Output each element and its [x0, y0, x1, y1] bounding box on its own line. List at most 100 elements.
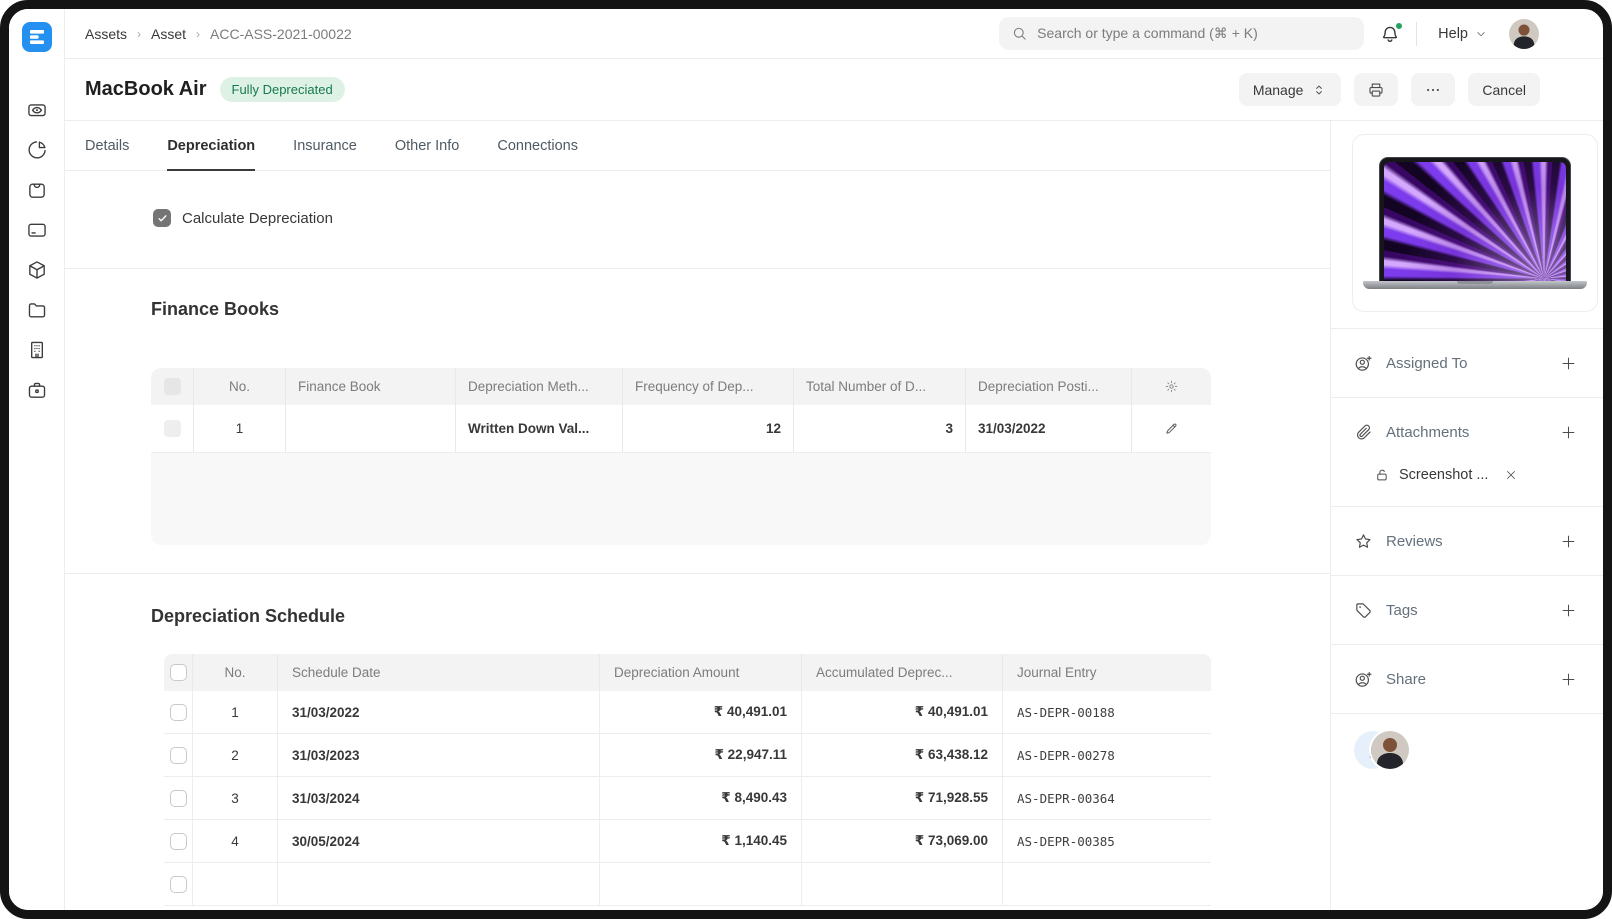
cell-no: 1: [193, 691, 278, 733]
cell-depreciation-method[interactable]: Written Down Val...: [456, 405, 623, 452]
unlock-icon[interactable]: [1374, 467, 1390, 483]
edit-pencil-icon[interactable]: [1164, 421, 1179, 436]
cancel-button[interactable]: Cancel: [1468, 73, 1540, 106]
attachment-item[interactable]: Screenshot ...: [1331, 467, 1603, 483]
macbook-wallpaper: [1384, 162, 1566, 281]
row-checkbox[interactable]: [170, 790, 187, 807]
more-options-button[interactable]: [1411, 73, 1455, 106]
cell-schedule-date[interactable]: 31/03/2022: [278, 691, 600, 733]
schedule-row[interactable]: 4 30/05/2024 ₹ 1,140.45 ₹ 73,069.00 AS-D…: [164, 820, 1211, 863]
header-cell-select: [151, 368, 194, 405]
building-icon[interactable]: [26, 339, 48, 361]
search-placeholder: Search or type a command (⌘ + K): [1037, 25, 1258, 42]
folder-icon[interactable]: [26, 299, 48, 321]
cell-total[interactable]: 3: [794, 405, 966, 452]
global-search-input[interactable]: Search or type a command (⌘ + K): [999, 17, 1364, 50]
cell-finance-book[interactable]: [286, 405, 456, 452]
toolbox-icon[interactable]: [26, 379, 48, 401]
row-checkbox[interactable]: [170, 747, 187, 764]
shopping-bag-icon[interactable]: [26, 179, 48, 201]
cell-amount[interactable]: ₹ 22,947.11: [600, 734, 802, 776]
cell-amount[interactable]: ₹ 8,490.43: [600, 777, 802, 819]
cell-accumulated[interactable]: ₹ 40,491.01: [802, 691, 1003, 733]
tab-connections[interactable]: Connections: [497, 121, 578, 170]
ellipsis-icon: [1424, 81, 1442, 99]
header-cell-posting: Depreciation Posti...: [966, 368, 1132, 405]
manage-button[interactable]: Manage: [1239, 73, 1342, 106]
select-all-checkbox[interactable]: [164, 378, 181, 395]
tab-other-info[interactable]: Other Info: [395, 121, 459, 170]
collaborator-avatar-photo[interactable]: [1371, 731, 1409, 769]
breadcrumb-asset[interactable]: Asset: [151, 26, 186, 42]
schedule-row-partial[interactable]: [164, 863, 1211, 906]
row-checkbox[interactable]: [170, 704, 187, 721]
schedule-row[interactable]: 2 31/03/2023 ₹ 22,947.11 ₹ 63,438.12 AS-…: [164, 734, 1211, 777]
cell-no: 3: [193, 777, 278, 819]
search-icon: [1011, 25, 1028, 42]
select-all-checkbox[interactable]: [170, 664, 187, 681]
credit-card-icon[interactable]: [26, 219, 48, 241]
cell-posting[interactable]: 31/03/2022: [966, 405, 1132, 452]
attachments-section: Attachments Screenshot ...: [1331, 397, 1603, 506]
gear-icon[interactable]: [1164, 379, 1179, 394]
cell-frequency[interactable]: 12: [623, 405, 794, 452]
main-content: Details Depreciation Insurance Other Inf…: [65, 121, 1331, 910]
reviews-section: Reviews: [1331, 506, 1603, 575]
add-tag-button[interactable]: [1559, 601, 1578, 620]
row-checkbox[interactable]: [170, 876, 187, 893]
cell-accumulated[interactable]: ₹ 73,069.00: [802, 820, 1003, 862]
assign-user-icon: [1354, 354, 1373, 373]
app-window: Assets › Asset › ACC-ASS-2021-00022 Sear…: [0, 0, 1612, 919]
attachment-name[interactable]: Screenshot ...: [1399, 467, 1488, 483]
finance-books-row[interactable]: 1 Written Down Val... 12 3 31/03/2022: [151, 405, 1211, 453]
breadcrumb-assets[interactable]: Assets: [85, 26, 127, 42]
tab-details[interactable]: Details: [85, 121, 129, 170]
cell-amount[interactable]: ₹ 1,140.45: [600, 820, 802, 862]
remove-attachment-icon[interactable]: [1504, 468, 1518, 482]
add-assignment-button[interactable]: [1559, 354, 1578, 373]
cell-schedule-date[interactable]: 31/03/2024: [278, 777, 600, 819]
erpnext-logo-icon[interactable]: [22, 22, 52, 52]
tab-bar: Details Depreciation Insurance Other Inf…: [65, 121, 1330, 171]
package-icon[interactable]: [26, 259, 48, 281]
header-cell-frequency: Frequency of Dep...: [623, 368, 794, 405]
row-checkbox[interactable]: [170, 833, 187, 850]
header-cell-total: Total Number of D...: [794, 368, 966, 405]
print-button[interactable]: [1354, 73, 1398, 106]
cell-accumulated[interactable]: ₹ 63,438.12: [802, 734, 1003, 776]
help-menu[interactable]: Help: [1432, 25, 1494, 43]
add-review-button[interactable]: [1559, 532, 1578, 551]
tag-icon: [1354, 601, 1373, 620]
cell-journal-entry[interactable]: AS-DEPR-00385: [1003, 820, 1211, 862]
cell-schedule-date[interactable]: 31/03/2023: [278, 734, 600, 776]
collaborators: p: [1331, 713, 1603, 769]
cell-amount[interactable]: ₹ 40,491.01: [600, 691, 802, 733]
schedule-row[interactable]: 1 31/03/2022 ₹ 40,491.01 ₹ 40,491.01 AS-…: [164, 691, 1211, 734]
user-avatar[interactable]: [1509, 19, 1539, 49]
depreciation-schedule-table: No. Schedule Date Depreciation Amount Ac…: [164, 654, 1211, 906]
checkbox-checked[interactable]: [153, 209, 171, 227]
asset-image[interactable]: [1352, 134, 1598, 312]
cell-journal-entry[interactable]: AS-DEPR-00364: [1003, 777, 1211, 819]
cell-no: 1: [194, 405, 286, 452]
finance-books-table: No. Finance Book Depreciation Meth... Fr…: [151, 368, 1211, 545]
help-label: Help: [1438, 26, 1468, 42]
pie-chart-icon[interactable]: [26, 139, 48, 161]
tab-depreciation[interactable]: Depreciation: [167, 121, 255, 170]
tab-insurance[interactable]: Insurance: [293, 121, 357, 170]
app-sidebar: [9, 9, 65, 910]
share-user-icon: [1354, 670, 1373, 689]
cell-schedule-date[interactable]: 30/05/2024: [278, 820, 600, 862]
star-icon: [1354, 532, 1373, 551]
calculate-depreciation-checkbox[interactable]: Calculate Depreciation: [153, 209, 333, 227]
cell-journal-entry[interactable]: AS-DEPR-00278: [1003, 734, 1211, 776]
add-share-button[interactable]: [1559, 670, 1578, 689]
add-attachment-button[interactable]: [1559, 423, 1578, 442]
row-checkbox[interactable]: [164, 420, 181, 437]
notifications-button[interactable]: [1379, 23, 1401, 45]
cell-journal-entry[interactable]: AS-DEPR-00188: [1003, 691, 1211, 733]
cell-accumulated[interactable]: ₹ 71,928.55: [802, 777, 1003, 819]
tags-label: Tags: [1386, 602, 1418, 619]
expenses-icon[interactable]: [26, 99, 48, 121]
schedule-row[interactable]: 3 31/03/2024 ₹ 8,490.43 ₹ 71,928.55 AS-D…: [164, 777, 1211, 820]
